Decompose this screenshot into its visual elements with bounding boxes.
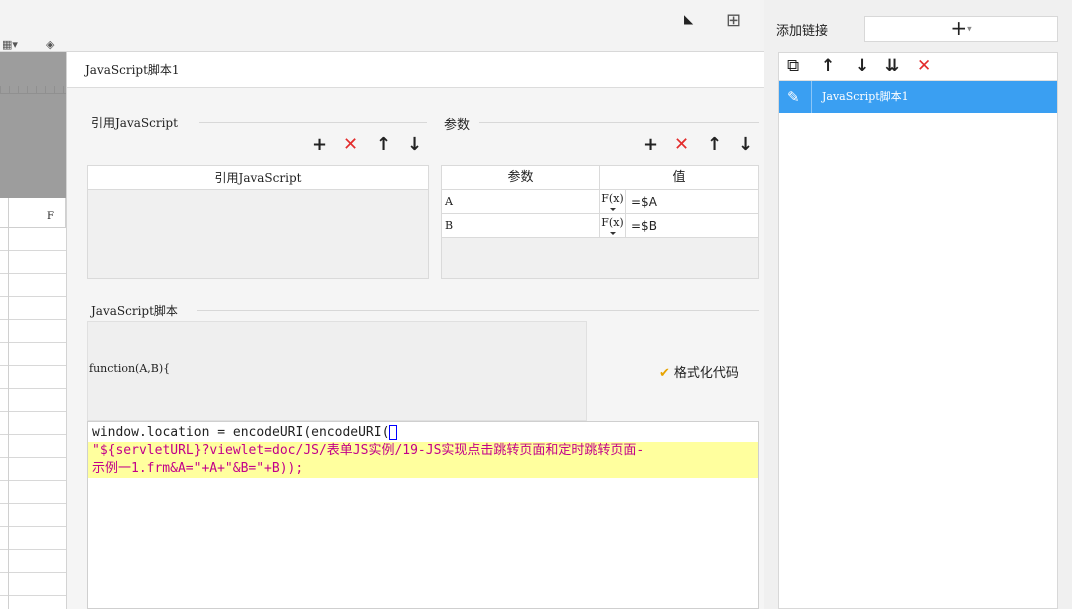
pencil-icon[interactable]: ✎ [787,88,800,106]
ref-js-delete-button[interactable]: ✕ [343,136,358,154]
row-header-border [8,198,9,609]
sort-icon[interactable]: ⇊ [885,57,899,75]
ruler [0,86,66,94]
function-signature: function(A,B){ [89,362,171,375]
table-row[interactable]: B F(x) =$B [442,214,758,238]
add-link-button[interactable]: +▾ [864,16,1058,42]
formula-icon[interactable]: F(x) [600,214,626,237]
window-icons: ◣ ⊞ [682,8,762,38]
params-add-button[interactable]: + [643,136,658,154]
sheet-rows[interactable] [0,228,66,609]
brush-icon: ✔ [659,366,670,381]
ref-js-add-button[interactable]: + [312,136,327,154]
code-line[interactable]: "${servletURL}?viewlet=doc/JS/表单JS实例/19-… [88,442,758,460]
divider [811,81,812,113]
move-up-icon[interactable]: ↑ [821,57,835,75]
link-list-item[interactable]: ✎ JavaScript脚本1 [779,81,1057,113]
code-editor[interactable]: window.location = encodeURI(encodeURI( "… [87,421,759,609]
params-table-header: 参数 值 [442,166,758,190]
link-list: ⧉ ↑ ↓ ⇊ ✕ ✎ JavaScript脚本1 [778,52,1058,609]
link-item-label: JavaScript脚本1 [822,90,909,103]
layout-icon[interactable]: ⊞ [726,10,741,31]
code-text: window.location = encodeURI(encodeURI( [92,425,390,440]
add-link-label: 添加链接 [776,24,829,39]
delete-icon[interactable]: ✕ [917,57,931,75]
formula-icon[interactable]: F(x) [600,190,626,213]
copy-icon[interactable]: ⧉ [787,57,799,75]
border-icon[interactable]: ▦▾ [2,38,18,51]
chevron-down-icon: ▾ [967,24,972,35]
table-row[interactable]: A F(x) =$A [442,190,758,214]
ref-js-list[interactable]: 引用JavaScript [87,165,429,279]
ref-js-column-header[interactable]: 引用JavaScript [88,166,428,190]
text-cursor [389,425,398,440]
param-name-cell[interactable]: B [442,214,600,237]
plus-icon: + [950,16,968,40]
param-value-cell[interactable]: =$A [626,190,758,213]
format-code-label: 格式化代码 [673,366,739,381]
fill-icon[interactable]: ◈ [46,38,54,51]
params-move-up-button[interactable]: ↑ [707,136,722,154]
params-delete-button[interactable]: ✕ [674,136,689,154]
param-name-column-header[interactable]: 参数 [442,166,600,189]
ref-js-group-title: 引用JavaScript [91,116,178,130]
param-value-cell[interactable]: =$B [626,214,758,237]
move-down-icon[interactable]: ↓ [855,57,869,75]
code-text: 示例一1.frm&A="+A+"&B="+B)); [92,461,304,476]
divider [199,122,427,123]
param-value-column-header[interactable]: 值 [600,166,758,189]
ref-js-move-down-button[interactable]: ↓ [407,136,422,154]
code-line[interactable]: 示例一1.frm&A="+A+"&B="+B)); [88,460,758,478]
params-table: 参数 值 A F(x) =$A B F(x) =$B [441,165,759,279]
params-group-title: 参数 [444,118,471,133]
script-group-title: JavaScript脚本 [91,304,178,318]
link-panel: 添加链接 +▾ ⧉ ↑ ↓ ⇊ ✕ ✎ JavaScript脚本1 [764,0,1072,609]
divider [197,310,759,311]
javascript-dialog: JavaScript脚本1 引用JavaScript + ✕ ↑ ↓ 引用Jav… [66,52,765,609]
code-line[interactable]: window.location = encodeURI(encodeURI( [88,424,758,442]
divider [479,122,759,123]
column-header-f[interactable]: F [0,206,66,228]
link-list-toolbar: ⧉ ↑ ↓ ⇊ ✕ [779,53,1057,81]
param-name-cell[interactable]: A [442,190,600,213]
format-code-button[interactable]: ✔ 格式化代码 [659,362,739,381]
pin-icon[interactable]: ◣ [684,12,693,26]
sheet-header-area [0,52,66,198]
ref-js-move-up-button[interactable]: ↑ [376,136,391,154]
params-move-down-button[interactable]: ↓ [738,136,753,154]
background-toolbar: ▦▾ ◈ [0,0,764,52]
dialog-title: JavaScript脚本1 [67,52,765,88]
